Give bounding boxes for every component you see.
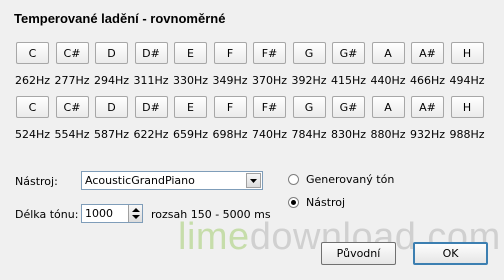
radio-instrument[interactable] xyxy=(288,197,299,208)
frequency-label: 659Hz xyxy=(172,128,209,141)
spin-down-icon[interactable] xyxy=(132,215,140,219)
note-button[interactable]: F xyxy=(213,96,247,118)
note-button[interactable]: G# xyxy=(332,96,365,118)
note-button[interactable]: A# xyxy=(411,42,444,64)
radio-instrument-label[interactable]: Nástroj xyxy=(306,196,345,209)
frequency-label: 932Hz xyxy=(409,128,446,141)
note-button[interactable]: D# xyxy=(134,96,168,118)
note-button[interactable]: A# xyxy=(411,96,444,118)
frequency-label: 349Hz xyxy=(212,74,248,87)
frequency-label: 415Hz xyxy=(330,74,367,87)
note-button[interactable]: G# xyxy=(332,42,365,64)
note-button[interactable]: C# xyxy=(55,42,89,64)
frequency-label: 830Hz xyxy=(330,128,367,141)
note-button[interactable]: E xyxy=(174,96,207,118)
frequency-label: 277Hz xyxy=(54,74,90,87)
spin-up-icon[interactable] xyxy=(132,208,140,212)
note-button[interactable]: C xyxy=(16,42,49,64)
note-button[interactable]: F xyxy=(213,42,247,64)
note-button[interactable]: E xyxy=(174,42,207,64)
frequency-label: 330Hz xyxy=(172,74,209,87)
duration-spinbox[interactable]: 1000 xyxy=(81,204,143,223)
frequency-label: 392Hz xyxy=(291,74,327,87)
note-button[interactable]: D xyxy=(95,96,128,118)
duration-label: Délka tónu: xyxy=(15,208,79,221)
frequency-label: 880Hz xyxy=(370,128,406,141)
spin-arrows-icon[interactable] xyxy=(128,205,142,222)
instrument-label: Nástroj: xyxy=(15,175,58,188)
instrument-value: AcousticGrandPiano xyxy=(85,174,195,187)
note-button[interactable]: H xyxy=(450,96,484,118)
note-button[interactable]: C# xyxy=(55,96,89,118)
frequency-label: 587Hz xyxy=(93,128,130,141)
note-button[interactable]: C xyxy=(16,96,49,118)
note-button[interactable]: A xyxy=(371,96,405,118)
instrument-select[interactable]: AcousticGrandPiano xyxy=(81,171,263,190)
frequency-label: 440Hz xyxy=(370,74,406,87)
frequency-label: 988Hz xyxy=(449,128,485,141)
note-button[interactable]: A xyxy=(371,42,405,64)
radio-generated-tone[interactable] xyxy=(288,174,299,185)
frequency-label: 294Hz xyxy=(93,74,130,87)
frequency-label: 494Hz xyxy=(449,74,485,87)
note-button[interactable]: D xyxy=(95,42,128,64)
frequency-label: 740Hz xyxy=(251,128,288,141)
frequency-label: 262Hz xyxy=(14,74,51,87)
frequency-label: 698Hz xyxy=(212,128,248,141)
frequency-label: 524Hz xyxy=(14,128,51,141)
note-button[interactable]: D# xyxy=(134,42,168,64)
note-button[interactable]: F# xyxy=(253,96,286,118)
frequency-label: 784Hz xyxy=(291,128,327,141)
frequency-label: 370Hz xyxy=(251,74,288,87)
radio-generated-tone-label[interactable]: Generovaný tón xyxy=(306,173,394,186)
ok-button[interactable]: OK xyxy=(413,242,488,265)
frequency-label: 554Hz xyxy=(54,128,90,141)
frequency-label: 466Hz xyxy=(409,74,446,87)
note-button[interactable]: G xyxy=(292,42,326,64)
dialog-title: Temperované ladění - rovnoměrné xyxy=(14,11,226,26)
note-button[interactable]: G xyxy=(292,96,326,118)
frequency-label: 622Hz xyxy=(133,128,169,141)
original-button[interactable]: Původní xyxy=(321,242,396,265)
note-button[interactable]: H xyxy=(450,42,484,64)
chevron-down-icon[interactable] xyxy=(246,173,261,188)
duration-value: 1000 xyxy=(85,207,113,220)
note-button[interactable]: F# xyxy=(253,42,286,64)
duration-range-text: rozsah 150 - 5000 ms xyxy=(151,208,271,221)
frequency-label: 311Hz xyxy=(133,74,169,87)
